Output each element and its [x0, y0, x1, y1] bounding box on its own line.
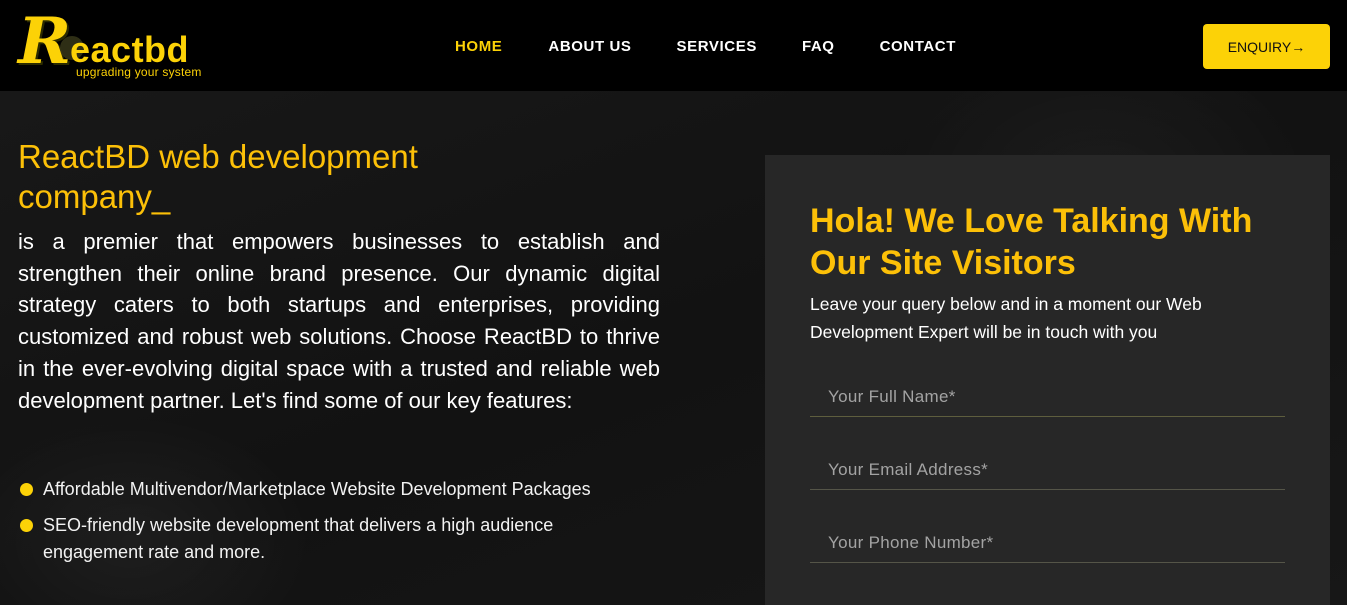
bullet-dot-icon	[20, 518, 33, 532]
nav-contact[interactable]: CONTACT	[880, 38, 956, 55]
enquiry-button[interactable]: ENQUIRY→	[1203, 24, 1330, 69]
form-subtitle: Leave your query below and in a moment o…	[810, 294, 1202, 342]
feature-text: Affordable Multivendor/Marketplace Websi…	[43, 479, 591, 499]
feature-text: SEO-friendly website development that de…	[43, 514, 554, 563]
bullet-dot-icon	[20, 483, 33, 496]
nav-about-us[interactable]: ABOUT US	[548, 38, 631, 55]
phone-field[interactable]	[810, 523, 1285, 563]
enquiry-form-panel: Hola! We Love Talking With Our Site Visi…	[765, 155, 1330, 605]
nav-home[interactable]: HOME	[455, 38, 502, 55]
site-header: R eactbd upgrading your system HOME ABOU…	[0, 0, 1347, 91]
logo-wordmark: eactbd	[70, 29, 190, 70]
feature-item: Affordable Multivendor/Marketplace Websi…	[18, 476, 658, 504]
hero-title: ReactBD web development company_	[18, 138, 418, 215]
site-logo[interactable]: R eactbd upgrading your system	[18, 8, 218, 80]
nav-faq[interactable]: FAQ	[802, 38, 835, 55]
feature-list: Affordable Multivendor/Marketplace Websi…	[18, 476, 658, 575]
logo-tagline: upgrading your system	[76, 65, 202, 79]
email-field[interactable]	[810, 450, 1285, 490]
form-title: Hola! We Love Talking With Our Site Visi…	[810, 202, 1253, 282]
hero-description: is a premier that empowers businesses to…	[18, 229, 660, 413]
main-nav: HOME ABOUT US SERVICES FAQ CONTACT	[455, 36, 956, 56]
nav-services[interactable]: SERVICES	[677, 38, 757, 55]
feature-item: SEO-friendly website development that de…	[18, 512, 658, 567]
full-name-field[interactable]	[810, 377, 1285, 417]
